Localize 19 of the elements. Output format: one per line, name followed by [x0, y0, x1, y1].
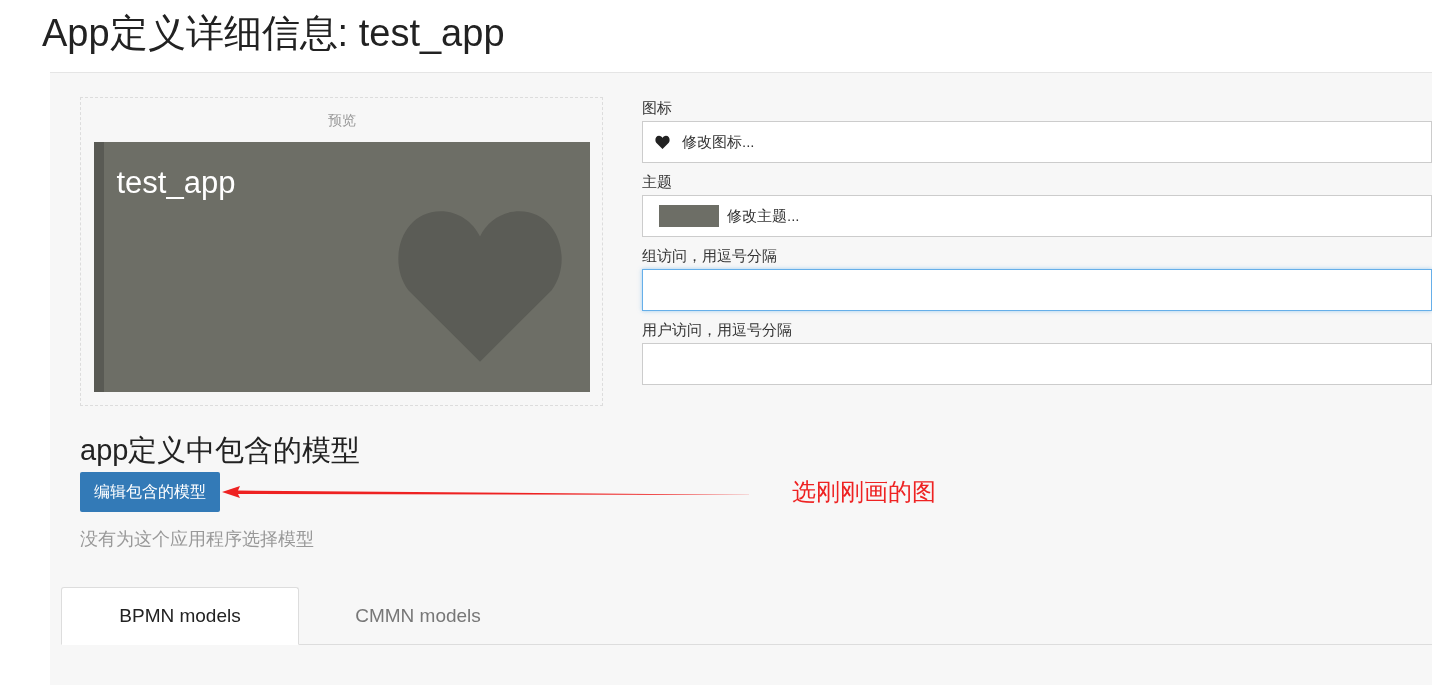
input-field[interactable]	[642, 343, 1432, 385]
field-label: 用户访问，用逗号分隔	[642, 320, 793, 340]
input-field[interactable]	[642, 269, 1432, 311]
edit-models-button[interactable]: 编辑包含的模型	[80, 472, 220, 512]
empty-models-text: 没有为这个应用程序选择模型	[80, 528, 315, 551]
field-label: 主题	[642, 172, 673, 192]
page-title: App定义详细信息: test_app	[42, 11, 506, 56]
field-label: 图标	[642, 98, 673, 118]
section-heading: app定义中包含的模型	[80, 433, 362, 468]
tab[interactable]: CMMN models	[299, 587, 537, 645]
change-icon-button[interactable]: 修改图标...	[642, 121, 1432, 163]
app-name: test_app	[116, 164, 236, 202]
heart-icon	[655, 135, 670, 149]
annotation-text: 选刚刚画的图	[792, 477, 936, 507]
change-theme-button[interactable]: 修改主题...	[642, 195, 1432, 237]
tab[interactable]: BPMN models	[61, 587, 299, 645]
field-label: 组访问，用逗号分隔	[642, 246, 778, 266]
preview-label: 预览	[327, 111, 356, 130]
theme-swatch	[659, 205, 719, 227]
